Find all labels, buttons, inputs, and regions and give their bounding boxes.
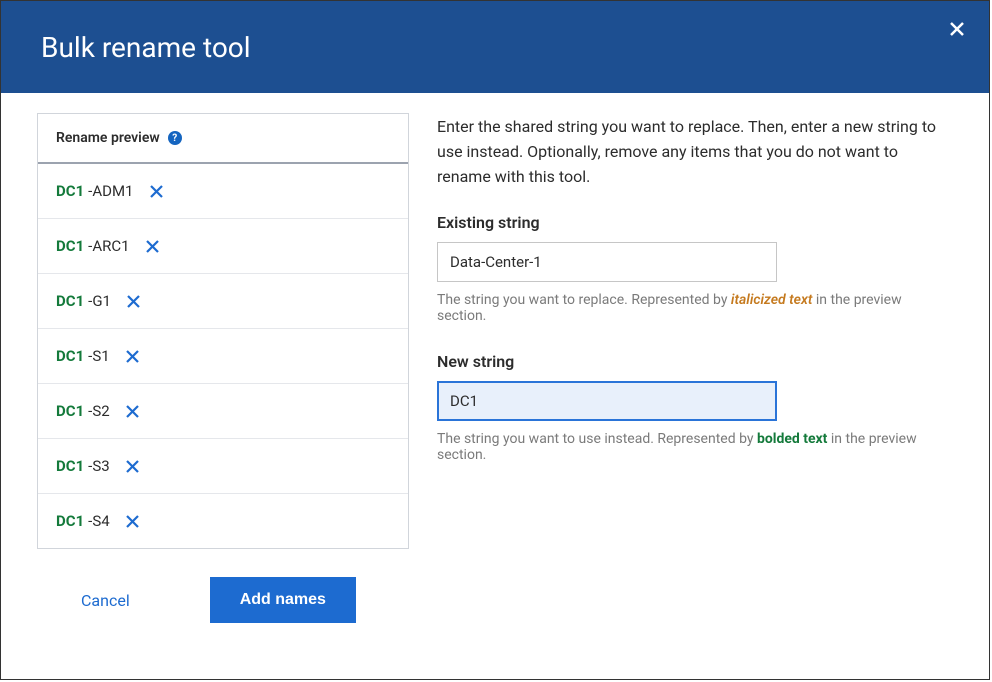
preview-header: Rename preview ? xyxy=(38,114,408,164)
remove-item-button[interactable] xyxy=(147,182,165,200)
preview-rest-part: -S3 xyxy=(88,457,109,475)
preview-bold-part: DC1 xyxy=(56,402,84,420)
preview-row: DC1-ARC1 xyxy=(38,219,408,274)
preview-box: Rename preview ? DC1-ADM1DC1-ARC1DC1-G1D… xyxy=(37,113,409,549)
x-icon xyxy=(126,294,141,309)
existing-string-label: Existing string xyxy=(437,213,953,232)
existing-string-input[interactable] xyxy=(437,242,777,282)
left-panel: Rename preview ? DC1-ADM1DC1-ARC1DC1-G1D… xyxy=(37,113,409,623)
right-panel: Enter the shared string you want to repl… xyxy=(437,113,953,623)
bulk-rename-modal: Bulk rename tool Rename preview ? DC1-AD… xyxy=(0,0,990,680)
action-bar: Cancel Add names xyxy=(37,577,409,623)
preview-row: DC1-S1 xyxy=(38,329,408,384)
x-icon xyxy=(125,459,140,474)
remove-item-button[interactable] xyxy=(124,512,142,530)
preview-row: DC1-S4 xyxy=(38,494,408,548)
preview-rest-part: -G1 xyxy=(88,292,111,310)
remove-item-button[interactable] xyxy=(124,457,142,475)
x-icon xyxy=(125,349,140,364)
remove-item-button[interactable] xyxy=(144,237,162,255)
preview-bold-part: DC1 xyxy=(56,512,84,530)
preview-rest-part: -ADM1 xyxy=(88,182,133,200)
preview-rest-part: -S1 xyxy=(88,347,109,365)
instructions-text: Enter the shared string you want to repl… xyxy=(437,115,953,189)
modal-title: Bulk rename tool xyxy=(41,31,251,64)
x-icon xyxy=(125,404,140,419)
preview-rest-part: -ARC1 xyxy=(88,237,129,255)
preview-bold-part: DC1 xyxy=(56,237,84,255)
help-icon[interactable]: ? xyxy=(168,131,182,145)
modal-body: Rename preview ? DC1-ADM1DC1-ARC1DC1-G1D… xyxy=(1,93,989,623)
remove-item-button[interactable] xyxy=(125,292,143,310)
close-icon xyxy=(948,20,966,38)
preview-rest-part: -S2 xyxy=(88,402,109,420)
preview-row: DC1-ADM1 xyxy=(38,164,408,219)
remove-item-button[interactable] xyxy=(124,402,142,420)
x-icon xyxy=(149,184,164,199)
add-names-button[interactable]: Add names xyxy=(210,577,356,623)
new-string-input[interactable] xyxy=(437,381,777,421)
preview-header-label: Rename preview xyxy=(56,130,160,146)
italicized-text-sample: italicized text xyxy=(731,292,813,308)
preview-bold-part: DC1 xyxy=(56,347,84,365)
preview-row: DC1-S2 xyxy=(38,384,408,439)
existing-string-hint: The string you want to replace. Represen… xyxy=(437,292,953,324)
remove-item-button[interactable] xyxy=(124,347,142,365)
preview-bold-part: DC1 xyxy=(56,457,84,475)
new-string-hint: The string you want to use instead. Repr… xyxy=(437,431,953,463)
new-string-label: New string xyxy=(437,352,953,371)
close-button[interactable] xyxy=(945,17,969,41)
preview-bold-part: DC1 xyxy=(56,292,84,310)
preview-row: DC1-S3 xyxy=(38,439,408,494)
preview-rest-part: -S4 xyxy=(88,512,109,530)
x-icon xyxy=(145,239,160,254)
cancel-button[interactable]: Cancel xyxy=(81,591,130,610)
x-icon xyxy=(125,514,140,529)
modal-header: Bulk rename tool xyxy=(1,1,989,93)
preview-bold-part: DC1 xyxy=(56,182,84,200)
bolded-text-sample: bolded text xyxy=(757,431,827,447)
preview-row: DC1-G1 xyxy=(38,274,408,329)
